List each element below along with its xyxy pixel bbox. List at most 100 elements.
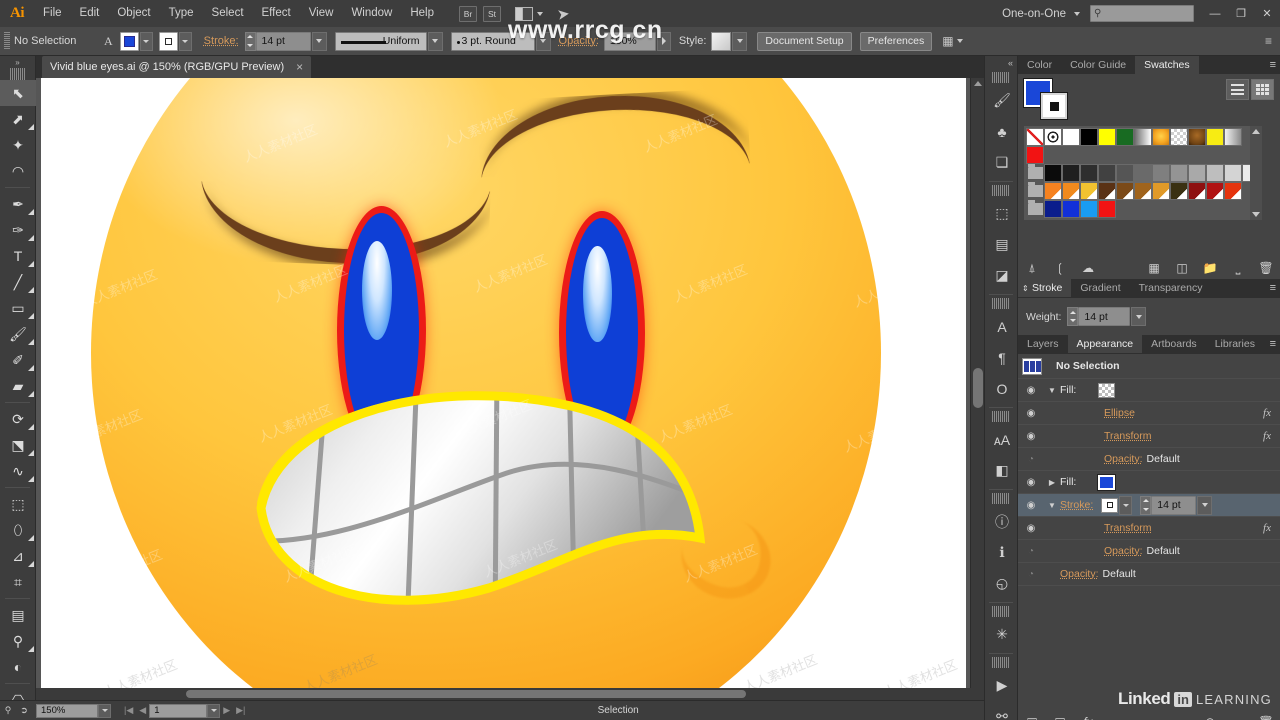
add-fx-icon[interactable]: fx xyxy=(1074,711,1102,720)
swatch-group-folder-icon[interactable] xyxy=(1026,182,1044,200)
share-document-icon[interactable]: ➲ xyxy=(16,701,32,720)
color-swatch[interactable] xyxy=(1170,128,1188,146)
appearance-row-label[interactable]: Transform xyxy=(1104,430,1151,442)
tool-flyout-indicator-icon[interactable] xyxy=(28,313,34,319)
visibility-eye-icon[interactable]: ◉ xyxy=(1018,379,1044,402)
selection-tool[interactable]: ⬉ xyxy=(0,80,36,106)
perspective-grid-tool[interactable]: ⊿ xyxy=(0,543,36,569)
appearance-row-label[interactable]: Opacity: xyxy=(1104,453,1143,465)
disclosure-down-icon[interactable]: ▼ xyxy=(1044,386,1060,395)
color-swatch[interactable] xyxy=(1026,128,1044,146)
width-tool[interactable]: ∿ xyxy=(0,458,36,484)
tool-flyout-indicator-icon[interactable] xyxy=(28,261,34,267)
next-artboard-icon[interactable]: ▶ xyxy=(220,705,233,716)
appearance-row-label[interactable]: Fill: xyxy=(1060,476,1076,488)
opacity-label[interactable]: Opacity: xyxy=(559,35,599,47)
tool-flyout-indicator-icon[interactable] xyxy=(28,339,34,345)
appearance-panel-menu-icon[interactable]: ≡ xyxy=(1270,338,1276,350)
stroke-swatch-row-chevron-down-icon[interactable] xyxy=(1119,496,1132,515)
stroke-weight-label[interactable]: Stroke: xyxy=(204,35,239,47)
color-swatch[interactable] xyxy=(1116,164,1134,182)
menu-window[interactable]: Window xyxy=(342,0,401,27)
color-swatch[interactable] xyxy=(1188,128,1206,146)
control-bar-grip[interactable] xyxy=(4,32,10,50)
tab-color-guide[interactable]: Color Guide xyxy=(1061,56,1135,74)
stroke-weight-row-stepper[interactable] xyxy=(1140,496,1151,515)
appearance-row-label[interactable]: Opacity: xyxy=(1104,545,1143,557)
transform-icon[interactable]: ⬚ xyxy=(985,198,1019,229)
shaper-tool[interactable]: ✐ xyxy=(0,347,36,373)
fill-swatch-chevron-down-icon[interactable] xyxy=(140,32,153,51)
color-swatch[interactable] xyxy=(1116,128,1134,146)
fill-thumbnail-transparent[interactable] xyxy=(1098,383,1115,398)
links-icon[interactable]: ◵ xyxy=(985,568,1019,599)
menu-file[interactable]: File xyxy=(34,0,71,27)
color-swatch[interactable] xyxy=(1044,182,1062,200)
tab-color[interactable]: Color xyxy=(1018,56,1061,74)
appearance-row[interactable]: ◔ Opacity: Default xyxy=(1018,563,1280,586)
swatch-group-folder-icon[interactable] xyxy=(1026,200,1044,218)
swatch-scroll-up-icon[interactable] xyxy=(1252,129,1260,134)
attributes-icon[interactable]: ℹ xyxy=(985,537,1019,568)
swatch-grid[interactable] xyxy=(1024,126,1262,220)
canvas-vertical-scrollbar[interactable] xyxy=(970,78,984,698)
character-styles-icon[interactable]: ᴀA xyxy=(985,424,1019,455)
stroke-profile-chevron-down-icon[interactable] xyxy=(428,32,443,51)
delete-swatch-icon[interactable]: 🗑 xyxy=(1252,257,1280,279)
stroke-weight-field[interactable]: 14 pt xyxy=(256,32,311,51)
close-icon[interactable]: × xyxy=(296,60,303,74)
curvature-tool[interactable]: ✑ xyxy=(0,217,36,243)
color-swatch[interactable] xyxy=(1080,200,1098,218)
color-swatch[interactable] xyxy=(1206,164,1224,182)
color-swatch[interactable] xyxy=(1044,200,1062,218)
color-swatch[interactable] xyxy=(1224,182,1242,200)
brushes-icon[interactable]: 🖌 xyxy=(985,85,1019,116)
stroke-weight-panel-stepper[interactable] xyxy=(1067,307,1078,326)
vertical-scroll-thumb[interactable] xyxy=(973,368,983,408)
appearance-row-label[interactable]: Transform xyxy=(1104,522,1151,534)
stock-button[interactable]: St xyxy=(483,6,501,22)
stroke-weight-panel-field[interactable]: 14 pt xyxy=(1078,307,1130,326)
visibility-eye-icon[interactable]: ◔ xyxy=(1018,563,1044,586)
window-close-button[interactable]: ✕ xyxy=(1254,0,1280,27)
tab-artboards[interactable]: Artboards xyxy=(1142,335,1206,353)
type-tool[interactable]: T xyxy=(0,243,36,269)
bridge-button[interactable]: Br xyxy=(459,6,477,22)
add-new-fill-icon[interactable]: ▤ xyxy=(1046,711,1074,720)
tools-panel-grip[interactable] xyxy=(10,68,26,80)
preferences-button[interactable]: Preferences xyxy=(860,32,933,51)
edit-fx-icon[interactable]: fx xyxy=(1263,430,1271,442)
color-swatch[interactable] xyxy=(1152,128,1170,146)
line-segment-tool[interactable]: ╱ xyxy=(0,269,36,295)
color-swatch[interactable] xyxy=(1206,182,1224,200)
rail-group-grip[interactable] xyxy=(992,298,1010,309)
appearance-row-label[interactable]: Opacity: xyxy=(1060,568,1099,580)
window-minimize-button[interactable]: — xyxy=(1202,0,1228,27)
rail-group-grip[interactable] xyxy=(992,185,1010,196)
swatch-scroll-down-icon[interactable] xyxy=(1252,212,1260,217)
canvas-area[interactable]: 人人素材社区 人人素材社区 人人素材社区 人人素材社区 人人素材社区 人人素材社… xyxy=(36,78,984,698)
tool-flyout-indicator-icon[interactable] xyxy=(28,391,34,397)
opacity-field[interactable]: 100% xyxy=(604,32,656,51)
graphic-style-thumbnail[interactable] xyxy=(711,32,731,51)
swatches-panel-menu-icon[interactable]: ≡ xyxy=(1270,59,1276,71)
menu-help[interactable]: Help xyxy=(401,0,443,27)
menu-type[interactable]: Type xyxy=(160,0,203,27)
mouth-shape[interactable] xyxy=(239,370,709,630)
visibility-eye-icon[interactable]: ◉ xyxy=(1018,517,1044,540)
appearance-target-row[interactable]: No Selection xyxy=(1018,354,1280,379)
eraser-tool[interactable]: ▰ xyxy=(0,373,36,399)
rail-group-grip[interactable] xyxy=(992,493,1010,504)
magic-wand-tool[interactable]: ✦ xyxy=(0,132,36,158)
lasso-tool[interactable]: ◠ xyxy=(0,158,36,184)
pathfinder-icon[interactable]: ◪ xyxy=(985,260,1019,291)
color-swatch[interactable] xyxy=(1224,164,1242,182)
tab-libraries[interactable]: Libraries xyxy=(1206,335,1264,353)
opacity-flyout-icon[interactable] xyxy=(657,32,671,51)
duplicate-item-icon[interactable]: ⎵ xyxy=(1224,711,1252,720)
show-swatch-kinds-icon[interactable]: ▦ xyxy=(1140,257,1168,279)
color-swatch[interactable] xyxy=(1044,164,1062,182)
stroke-weight-chevron-down-icon[interactable] xyxy=(312,32,327,51)
appearance-row[interactable]: ◉ Transform fx xyxy=(1018,425,1280,448)
rail-group-grip[interactable] xyxy=(992,657,1010,668)
